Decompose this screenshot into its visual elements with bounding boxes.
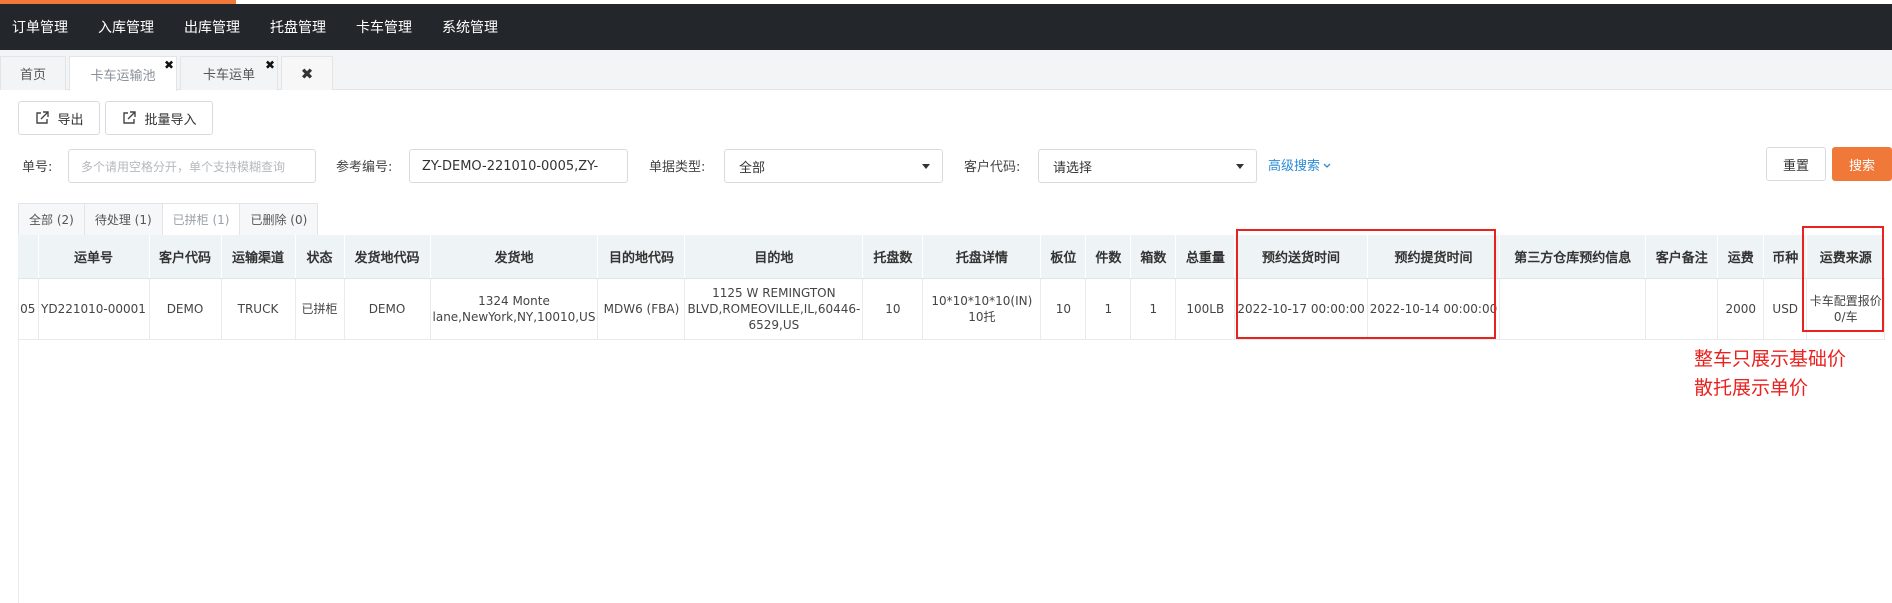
cell-origin-code: DEMO <box>344 278 431 340</box>
customer-code-value: 请选择 <box>1053 160 1093 176</box>
annotation-line-2: 散托展示单价 <box>1694 377 1809 399</box>
nav-inbound-management[interactable]: 入库管理 <box>98 17 154 37</box>
cell-freight: 2000 <box>1717 278 1765 340</box>
cell-pieces: 1 <box>1085 278 1132 340</box>
customer-code-label: 客户代码: <box>964 160 1021 175</box>
cell-cartons: 1 <box>1130 278 1177 340</box>
col-header-pallet-position[interactable]: 板位 <box>1040 235 1087 279</box>
chevron-down-icon <box>1323 163 1331 168</box>
cell-origin: 1324 Monte lane,NewYork,NY,10010,US <box>430 278 599 340</box>
col-header-3pl-appt[interactable]: 第三方仓库预约信息 <box>1499 235 1647 279</box>
chevron-down-icon <box>1236 164 1244 169</box>
bulk-import-button-label: 批量导入 <box>144 112 197 128</box>
cell-customer-code: DEMO <box>149 278 222 340</box>
col-header-customer-code[interactable]: 客户代码 <box>149 235 222 279</box>
col-header-channel[interactable]: 运输渠道 <box>221 235 296 279</box>
cell-index: 05 <box>18 278 39 340</box>
truck-order-table: 运单号 客户代码 运输渠道 状态 发货地代码 发货地 目的地代码 目的地 托盘数… <box>18 235 1886 340</box>
doc-type-select[interactable]: 全部 <box>724 149 943 183</box>
cell-3pl-appt <box>1499 278 1647 340</box>
col-header-freight[interactable]: 运费 <box>1717 235 1765 279</box>
doc-type-label: 单据类型: <box>649 160 706 175</box>
table-row[interactable]: 05 YD221010-00001 DEMO TRUCK 已拼柜 DEMO 13… <box>18 278 1886 340</box>
nav-truck-management[interactable]: 卡车管理 <box>356 17 412 37</box>
cell-pallet-detail: 10*10*10*10(IN) 10托 <box>922 278 1042 340</box>
bulk-import-button[interactable]: 批量导入 <box>105 101 213 135</box>
cell-customer-note <box>1645 278 1719 340</box>
nav-outbound-management[interactable]: 出库管理 <box>184 17 240 37</box>
col-header-pallet-detail[interactable]: 托盘详情 <box>922 235 1042 279</box>
export-button[interactable]: 导出 <box>18 101 100 135</box>
chevron-down-icon <box>922 164 930 169</box>
cell-currency: USD <box>1763 278 1808 340</box>
status-tabs: 全部 (2) 待处理 (1) 已拼柜 (1) 已删除 (0) <box>18 203 319 235</box>
tab-home-label: 首页 <box>19 68 46 83</box>
page-tab-bar: 首页 卡车运输池 ✖ 卡车运单 ✖ ✖ <box>0 50 1892 91</box>
cell-total-weight: 100LB <box>1175 278 1236 340</box>
col-header-waybill-no[interactable]: 运单号 <box>38 235 150 279</box>
reset-button[interactable]: 重置 <box>1766 147 1826 181</box>
tab-truck-order-close-icon[interactable]: ✖ <box>265 59 275 71</box>
cell-dest-code: MDW6 (FBA) <box>597 278 686 340</box>
col-header-dest-code[interactable]: 目的地代码 <box>597 235 686 279</box>
export-icon <box>36 111 50 124</box>
top-navigation: 订单管理 入库管理 出库管理 托盘管理 卡车管理 系统管理 <box>0 4 1892 50</box>
col-header-origin-code[interactable]: 发货地代码 <box>344 235 431 279</box>
status-tab-deleted[interactable]: 已删除 (0) <box>239 203 319 235</box>
advanced-search-link[interactable]: 高级搜索 <box>1268 155 1332 174</box>
status-tab-pending[interactable]: 待处理 (1) <box>83 203 163 235</box>
cell-channel: TRUCK <box>221 278 296 340</box>
nav-order-management[interactable]: 订单管理 <box>12 17 68 37</box>
cell-pallet-position: 10 <box>1040 278 1087 340</box>
annotation-note: 整车只展示基础价 散托展示单价 <box>1694 345 1846 403</box>
search-button[interactable]: 搜索 <box>1832 147 1892 181</box>
status-tab-consolidated[interactable]: 已拼柜 (1) <box>161 203 241 235</box>
cell-status: 已拼柜 <box>295 278 345 340</box>
col-header-origin[interactable]: 发货地 <box>430 235 599 279</box>
col-header-total-weight[interactable]: 总重量 <box>1175 235 1236 279</box>
reference-no-input[interactable]: ZY-DEMO-221010-0005,ZY- <box>409 149 628 183</box>
import-icon <box>123 111 137 124</box>
tab-truck-pool-close-icon[interactable]: ✖ <box>164 59 174 71</box>
highlight-box-freight-source <box>1802 226 1884 332</box>
doc-type-value: 全部 <box>739 160 766 176</box>
highlight-box-appointment-times <box>1236 229 1496 339</box>
annotation-line-1: 整车只展示基础价 <box>1694 348 1847 370</box>
col-header-pieces[interactable]: 件数 <box>1085 235 1132 279</box>
table-header-row: 运单号 客户代码 运输渠道 状态 发货地代码 发货地 目的地代码 目的地 托盘数… <box>18 235 1886 279</box>
close-all-tabs-button[interactable]: ✖ <box>281 56 333 90</box>
col-header-currency[interactable]: 币种 <box>1763 235 1808 279</box>
cell-pallet-count: 10 <box>862 278 924 340</box>
order-no-label: 单号: <box>22 160 53 175</box>
reference-no-label: 参考编号: <box>336 160 393 175</box>
customer-code-select[interactable]: 请选择 <box>1038 149 1257 183</box>
cell-waybill-no[interactable]: YD221010-00001 <box>38 278 150 340</box>
tab-truck-order[interactable]: 卡车运单 ✖ <box>180 56 278 90</box>
nav-pallet-management[interactable]: 托盘管理 <box>270 17 326 37</box>
export-button-label: 导出 <box>57 112 84 128</box>
tab-truck-pool-label: 卡车运输池 <box>90 68 156 84</box>
nav-system-management[interactable]: 系统管理 <box>442 17 498 37</box>
status-tab-all[interactable]: 全部 (2) <box>18 203 85 235</box>
col-header-destination[interactable]: 目的地 <box>684 235 864 279</box>
col-header-cartons[interactable]: 箱数 <box>1130 235 1177 279</box>
col-header-status[interactable]: 状态 <box>295 235 345 279</box>
col-header <box>18 235 39 279</box>
order-no-input[interactable]: 多个请用空格分开，单个支持模糊查询 <box>68 149 316 183</box>
tab-truck-pool[interactable]: 卡车运输池 ✖ <box>69 56 177 91</box>
col-header-pallet-count[interactable]: 托盘数 <box>862 235 924 279</box>
col-header-customer-note[interactable]: 客户备注 <box>1645 235 1719 279</box>
tab-truck-order-label: 卡车运单 <box>202 68 255 83</box>
tab-home[interactable]: 首页 <box>0 56 66 90</box>
cell-destination: 1125 W REMINGTON BLVD,ROMEOVILLE,IL,6044… <box>684 278 864 340</box>
advanced-search-label: 高级搜索 <box>1268 159 1321 174</box>
